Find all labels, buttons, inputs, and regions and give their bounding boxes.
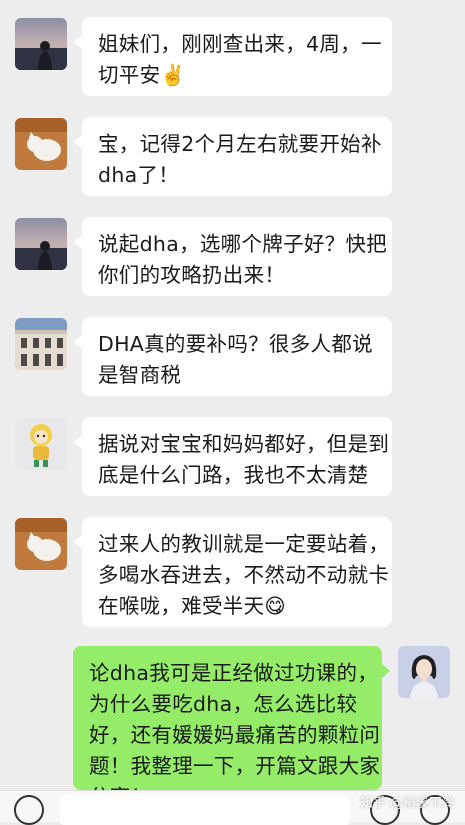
message-text: 过来人的教训就是一定要站着， — [98, 532, 390, 556]
message-text: 切平安✌️ — [98, 63, 187, 87]
avatar-cat[interactable] — [15, 118, 67, 170]
message-text: 为什么要吃dha，怎么选比较 — [89, 692, 358, 716]
message-text: 多喝水吞进去，不然动不动就卡 — [98, 563, 390, 587]
message-text: 题！我整理一下，开篇文跟大家 — [89, 754, 381, 778]
message-bubble[interactable]: 宝，记得2个月左右就要开始补 dha了！ — [74, 117, 392, 196]
message-text: 说起dha，选哪个牌子好？快把 — [98, 232, 388, 256]
message-bubble[interactable]: 据说对宝宝和妈妈都好，但是到 底是什么门路，我也不太清楚 — [74, 417, 392, 496]
avatar-girl-sunset[interactable] — [15, 18, 67, 70]
message-text: 姐妹们，刚刚查出来，4周，一 — [98, 32, 382, 56]
message-text: 是智商税 — [98, 363, 182, 387]
avatar-doll[interactable] — [15, 418, 67, 470]
message-bubble[interactable]: DHA真的要补吗？很多人都说 是智商税 — [74, 317, 392, 396]
avatar-girl-sunset[interactable] — [15, 218, 67, 270]
avatar-cat[interactable] — [15, 518, 67, 570]
watermark: 知乎 @稻溪不冷 — [359, 796, 455, 811]
avatar-illustrated-woman[interactable] — [398, 646, 450, 698]
message-text: 你们的攻略扔出来！ — [98, 263, 286, 287]
message-bubble-self[interactable]: 论dha我可是正经做过功课的， 为什么要吃dha，怎么选比较 好，还有媛媛妈最痛… — [73, 646, 390, 809]
message-text: 论dha我可是正经做过功课的， — [89, 661, 379, 685]
message-bubble[interactable]: 姐妹们，刚刚查出来，4周，一 切平安✌️ — [74, 17, 392, 96]
message-text: DHA真的要补吗？很多人都说 — [98, 332, 373, 356]
message-text: 宝，记得2个月左右就要开始补 — [98, 132, 382, 156]
message-text: 底是什么门路，我也不太清楚 — [98, 463, 369, 487]
message-text: dha了！ — [98, 163, 180, 187]
message-bubble[interactable]: 说起dha，选哪个牌子好？快把 你们的攻略扔出来！ — [74, 217, 392, 296]
message-bubble[interactable]: 过来人的教训就是一定要站着， 多喝水吞进去，不然动不动就卡 在喉咙，难受半天😋 — [74, 517, 392, 627]
avatar-building[interactable] — [15, 318, 67, 370]
message-text: 在喉咙，难受半天😋 — [98, 594, 287, 618]
message-text: 据说对宝宝和妈妈都好，但是到 — [98, 432, 390, 456]
message-text: 好，还有媛媛妈最痛苦的颗粒问 — [89, 723, 381, 747]
